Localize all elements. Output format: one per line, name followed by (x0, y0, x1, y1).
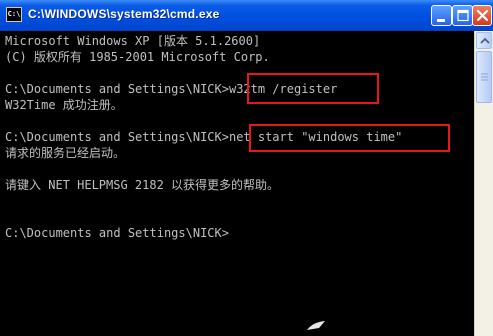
maximize-icon (457, 9, 469, 22)
window-title: C:\WINDOWS\system32\cmd.exe (28, 7, 220, 21)
minimize-button[interactable] (431, 5, 452, 26)
grip-icon (481, 73, 488, 81)
minimize-icon (437, 19, 445, 22)
scroll-up-button[interactable] (476, 32, 492, 49)
highlight-box-register (247, 73, 379, 104)
console-line: Microsoft Windows XP [版本 5.1.2600] (5, 34, 261, 48)
close-icon (476, 9, 489, 22)
maximize-button[interactable] (452, 5, 473, 26)
console-line: W32Time 成功注册。 (5, 98, 123, 112)
console-line: 请求的服务已经启动。 (5, 146, 126, 160)
chevron-up-icon (480, 37, 490, 44)
highlight-box-net-start (249, 124, 450, 152)
scrollbar-thumb[interactable] (476, 51, 492, 103)
console-line: 请键入 NET HELPMSG 2182 以获得更多的帮助。 (5, 178, 280, 192)
close-button[interactable] (472, 5, 492, 26)
mouse-pointer-icon (307, 321, 325, 330)
console-line: (C) 版权所有 1985-2001 Microsoft Corp. (5, 50, 270, 64)
console-output[interactable]: Microsoft Windows XP [版本 5.1.2600] (C) 版… (0, 31, 474, 336)
cmd-window: C:\ C:\WINDOWS\system32\cmd.exe Microsof… (0, 0, 493, 336)
cmd-icon: C:\ (6, 7, 22, 22)
console-prompt: C:\Documents and Settings\NICK> (5, 226, 229, 240)
vertical-scrollbar[interactable] (474, 31, 493, 336)
title-bar[interactable]: C:\ C:\WINDOWS\system32\cmd.exe (0, 0, 493, 31)
